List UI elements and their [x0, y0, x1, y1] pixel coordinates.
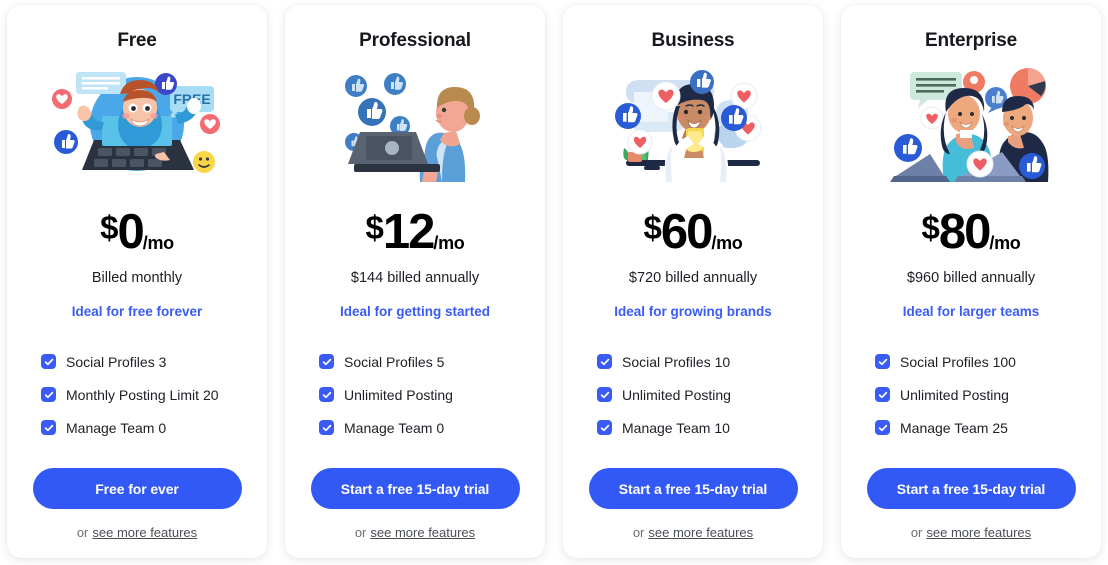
price-currency: $ [365, 209, 384, 246]
feature-item: Monthly Posting Limit 20 [41, 387, 251, 402]
price-amount: 60 [660, 205, 713, 259]
see-more-prefix: or [632, 525, 645, 540]
feature-label: Social Profiles 10 [622, 353, 731, 370]
see-more-prefix: or [354, 525, 367, 540]
checkmark-icon [597, 387, 612, 402]
plan-price: $ 60 /mo [644, 208, 743, 257]
checkmark-icon [319, 420, 334, 435]
checkmark-icon [875, 354, 890, 369]
price-amount: 80 [938, 205, 991, 259]
feature-label: Manage Team 10 [622, 419, 730, 436]
price-period: /mo [433, 233, 465, 253]
feature-item: Unlimited Posting [597, 387, 807, 402]
billing-note: $720 billed annually [628, 270, 758, 286]
checkmark-icon [319, 354, 334, 369]
feature-item: Manage Team 25 [875, 420, 1085, 435]
feature-list: Social Profiles 5 Unlimited Posting Mana… [301, 354, 529, 453]
see-more-prefix: or [910, 525, 923, 540]
feature-label: Social Profiles 3 [66, 353, 167, 370]
plan-cta-button[interactable]: Start a free 15-day trial [866, 468, 1076, 509]
checkmark-icon [875, 387, 890, 402]
feature-list: Social Profiles 100 Unlimited Posting Ma… [857, 354, 1085, 453]
checkmark-icon [319, 387, 334, 402]
see-more-row: or see more features [633, 525, 753, 540]
plan-illustration-free: FREE [42, 64, 232, 182]
billing-note: Billed monthly [91, 270, 183, 286]
feature-label: Social Profiles 100 [900, 353, 1016, 370]
see-more-row: or see more features [77, 525, 197, 540]
feature-label: Unlimited Posting [344, 386, 453, 403]
plan-title: Enterprise [925, 30, 1017, 51]
ideal-for-link[interactable]: Ideal for getting started [340, 304, 490, 319]
feature-item: Social Profiles 5 [319, 354, 529, 369]
billing-note: $960 billed annually [906, 270, 1036, 286]
price-amount: 0 [117, 205, 144, 259]
feature-item: Manage Team 10 [597, 420, 807, 435]
ideal-for-link[interactable]: Ideal for larger teams [903, 304, 1040, 319]
feature-item: Manage Team 0 [41, 420, 251, 435]
plan-card-business: Business $ 60 /mo $720 billed annually I… [563, 5, 823, 558]
feature-item: Unlimited Posting [319, 387, 529, 402]
billing-note: $144 billed annually [350, 270, 480, 286]
plan-illustration-business [598, 64, 788, 182]
feature-label: Social Profiles 5 [344, 353, 445, 370]
price-period: /mo [142, 233, 174, 253]
see-more-prefix: or [76, 525, 89, 540]
see-more-row: or see more features [911, 525, 1031, 540]
plan-title: Business [651, 30, 735, 51]
ideal-for-link[interactable]: Ideal for free forever [72, 304, 203, 319]
feature-item: Unlimited Posting [875, 387, 1085, 402]
feature-item: Social Profiles 10 [597, 354, 807, 369]
feature-label: Manage Team 0 [344, 419, 445, 436]
see-more-features-link[interactable]: see more features [370, 525, 475, 540]
price-currency: $ [921, 209, 940, 246]
plan-card-enterprise: Enterprise $ 80 /mo $960 billed annually… [841, 5, 1101, 558]
feature-item: Social Profiles 3 [41, 354, 251, 369]
ideal-for-link[interactable]: Ideal for growing brands [614, 304, 772, 319]
see-more-row: or see more features [355, 525, 475, 540]
price-period: /mo [989, 233, 1021, 253]
price-amount: 12 [382, 205, 435, 259]
feature-item: Manage Team 0 [319, 420, 529, 435]
checkmark-icon [875, 420, 890, 435]
price-currency: $ [100, 209, 118, 246]
feature-label: Unlimited Posting [622, 386, 731, 403]
plan-illustration-enterprise [876, 64, 1066, 182]
see-more-features-link[interactable]: see more features [926, 525, 1031, 540]
plan-cta-button[interactable]: Start a free 15-day trial [588, 468, 798, 509]
plan-price: $ 80 /mo [922, 208, 1021, 257]
price-period: /mo [711, 233, 743, 253]
checkmark-icon [597, 354, 612, 369]
plan-illustration-professional [320, 64, 510, 182]
feature-label: Manage Team 0 [66, 419, 167, 436]
checkmark-icon [41, 420, 56, 435]
see-more-features-link[interactable]: see more features [92, 525, 197, 540]
pricing-plans-grid: Free FREE [0, 0, 1108, 565]
plan-card-professional: Professional $ 12 /mo $144 billed annual… [285, 5, 545, 558]
checkmark-icon [597, 420, 612, 435]
plan-title: Free [117, 30, 157, 51]
feature-label: Monthly Posting Limit 20 [66, 386, 219, 403]
feature-label: Manage Team 25 [900, 419, 1008, 436]
plan-cta-button[interactable]: Free for ever [32, 468, 242, 509]
feature-label: Unlimited Posting [900, 386, 1009, 403]
feature-item: Social Profiles 100 [875, 354, 1085, 369]
price-currency: $ [643, 209, 662, 246]
feature-list: Social Profiles 3 Monthly Posting Limit … [23, 354, 251, 453]
plan-cta-button[interactable]: Start a free 15-day trial [310, 468, 520, 509]
feature-list: Social Profiles 10 Unlimited Posting Man… [579, 354, 807, 453]
checkmark-icon [41, 387, 56, 402]
checkmark-icon [41, 354, 56, 369]
see-more-features-link[interactable]: see more features [648, 525, 753, 540]
plan-card-free: Free FREE [7, 5, 267, 558]
plan-price: $ 0 /mo [100, 208, 174, 257]
plan-title: Professional [359, 30, 471, 51]
plan-price: $ 12 /mo [366, 208, 465, 257]
